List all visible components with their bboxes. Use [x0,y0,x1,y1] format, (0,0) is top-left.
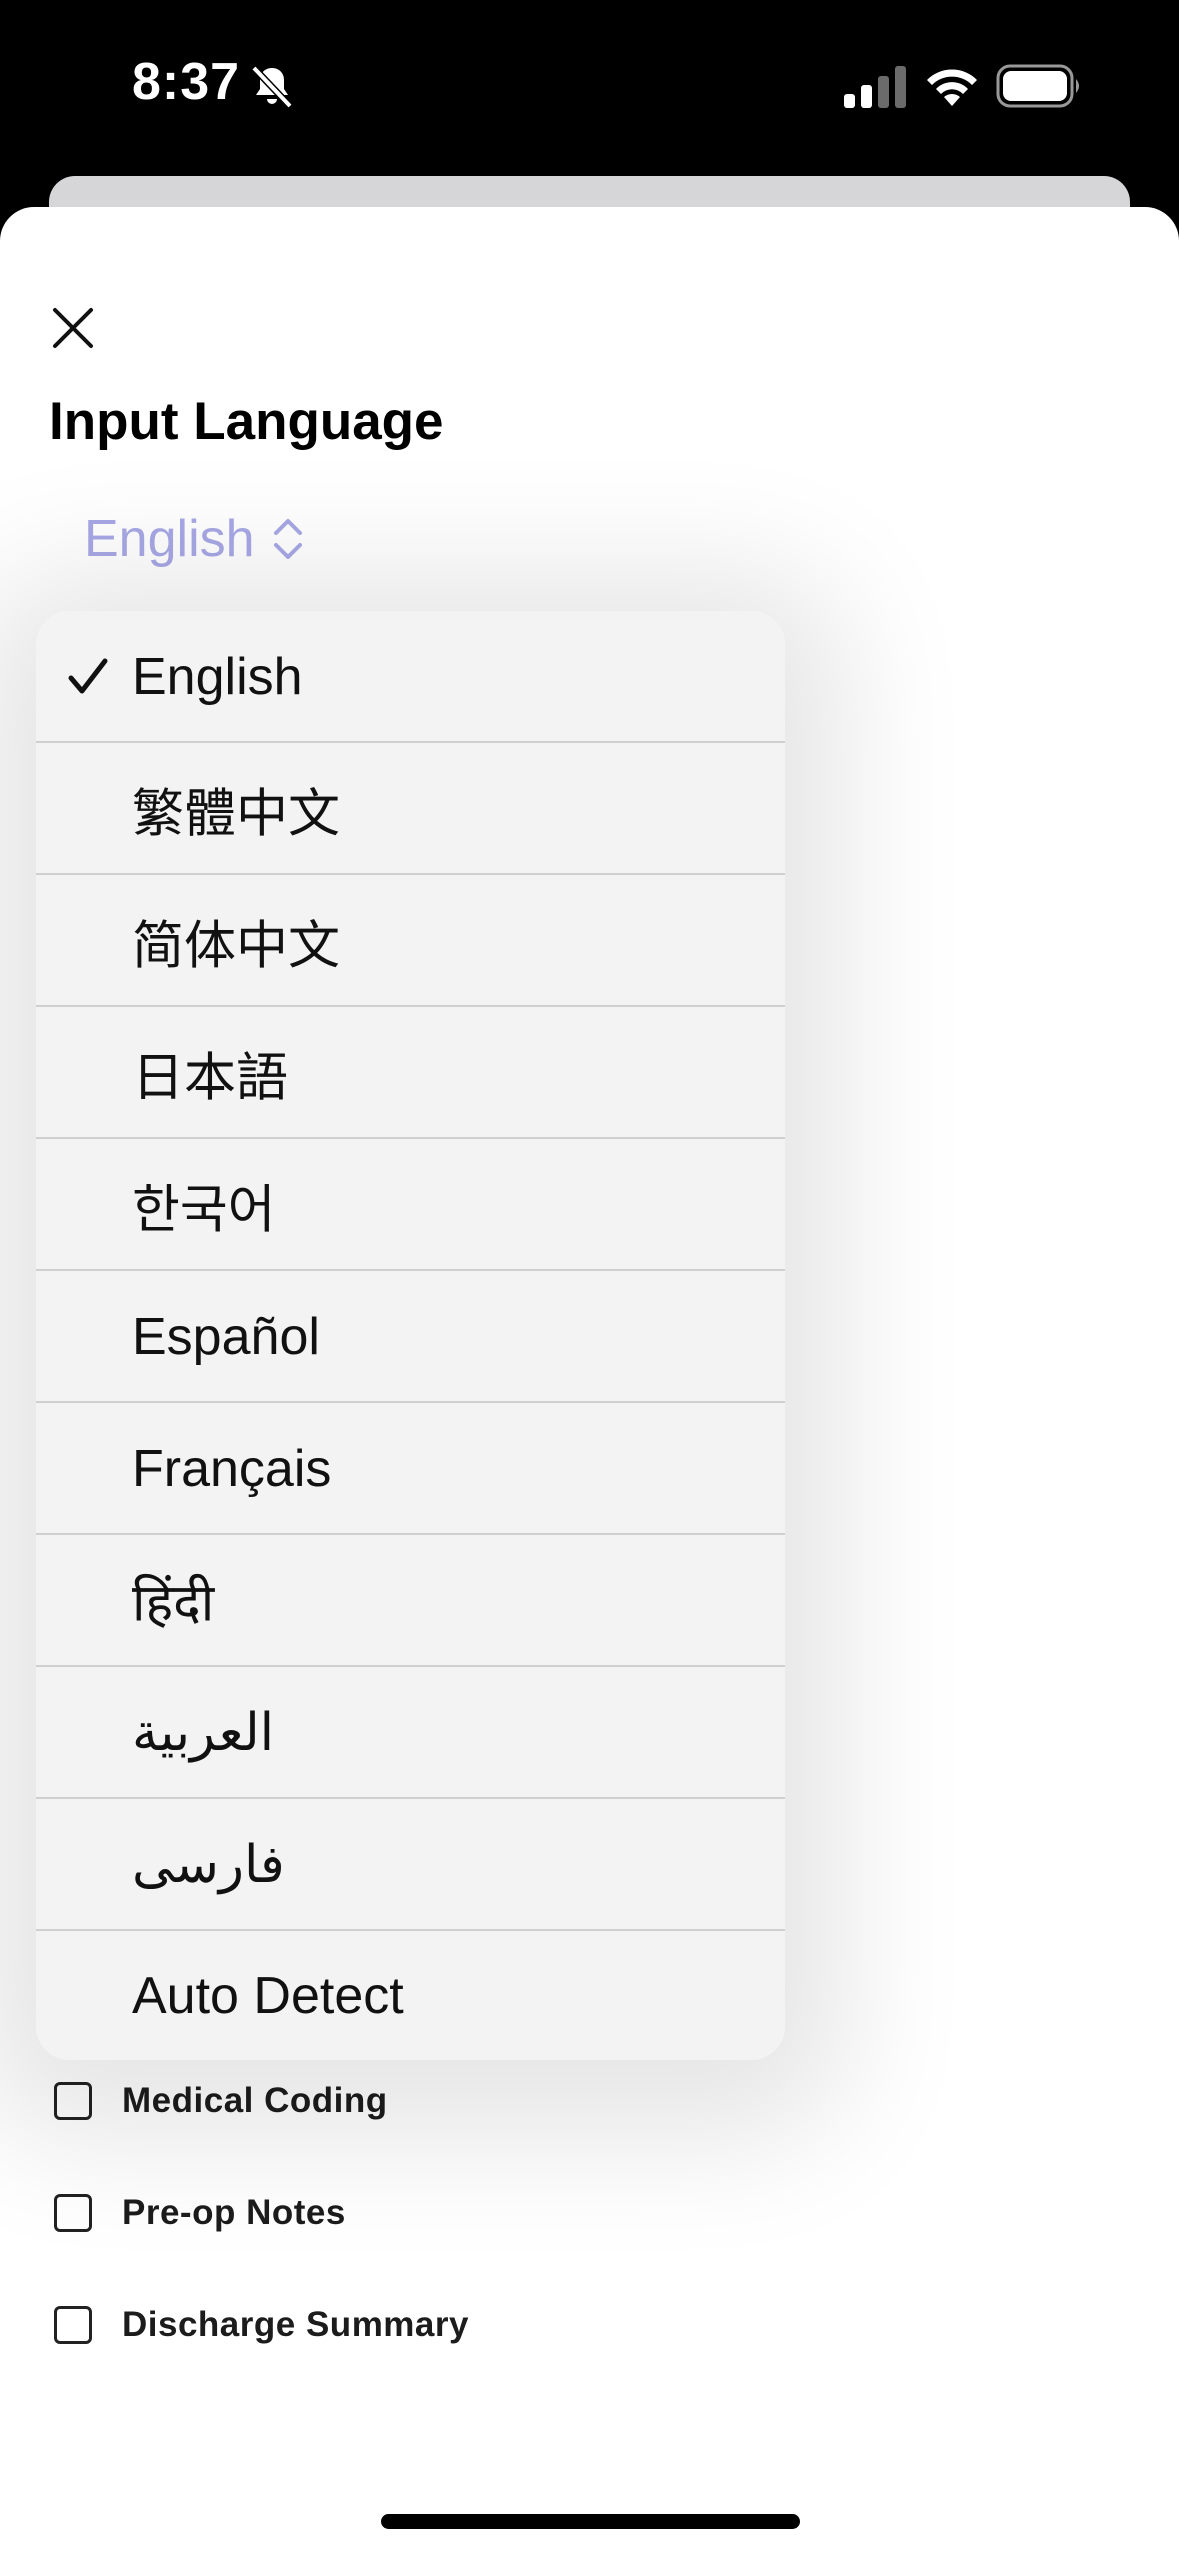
menu-item-label: العربية [132,1704,275,1762]
checkbox[interactable] [54,2082,92,2120]
language-menu: English 繁體中文 简体中文 日本語 한국어 Español França… [36,611,785,2060]
menu-item-hindi[interactable]: हिंदी [36,1535,785,1667]
option-discharge-summary[interactable]: Discharge Summary [54,2305,469,2345]
menu-item-label: Auto Detect [132,1966,404,2025]
menu-item-label: हिंदी [132,1574,215,1633]
menu-item-japanese[interactable]: 日本語 [36,1007,785,1139]
menu-item-simplified-chinese[interactable]: 简体中文 [36,875,785,1007]
menu-item-label: Français [132,1440,332,1498]
chevron-up-down-icon [273,519,302,559]
checkbox[interactable] [54,2194,92,2232]
option-label: Pre-op Notes [122,2193,346,2232]
bell-slash-icon [251,65,293,109]
menu-item-persian[interactable]: فارسی [36,1799,785,1931]
battery-icon [996,64,1079,108]
checkbox[interactable] [54,2306,92,2344]
menu-item-auto-detect[interactable]: Auto Detect [36,1931,785,2060]
menu-item-label: English [132,648,303,706]
menu-item-french[interactable]: Français [36,1403,785,1535]
wifi-icon [927,69,977,106]
language-select[interactable]: English [84,509,305,569]
status-bar: 8:37 [0,0,1179,175]
option-label: Medical Coding [122,2081,388,2120]
menu-item-label: فارسی [132,1836,285,1894]
option-label: Discharge Summary [122,2305,469,2344]
option-pre-op-notes[interactable]: Pre-op Notes [54,2193,346,2233]
selected-language-label: English [84,510,255,568]
menu-item-label: 简体中文 [132,917,341,976]
menu-item-korean[interactable]: 한국어 [36,1139,785,1271]
option-medical-coding[interactable]: Medical Coding [54,2081,388,2121]
menu-item-label: 日本語 [132,1049,289,1108]
sheet-title: Input Language [49,392,444,451]
checkmark-icon [68,658,108,694]
menu-item-label: 繁體中文 [132,785,341,844]
home-indicator[interactable] [381,2514,800,2529]
menu-item-traditional-chinese[interactable]: 繁體中文 [36,743,785,875]
close-icon [53,308,93,348]
status-time: 8:37 [132,53,241,111]
menu-item-label: 한국어 [132,1181,276,1240]
menu-item-arabic[interactable]: العربية [36,1667,785,1799]
menu-item-english[interactable]: English [36,611,785,743]
cellular-signal-icon [844,66,906,108]
menu-item-spanish[interactable]: Español [36,1271,785,1403]
close-button[interactable] [40,295,106,361]
menu-item-label: Español [132,1308,320,1366]
